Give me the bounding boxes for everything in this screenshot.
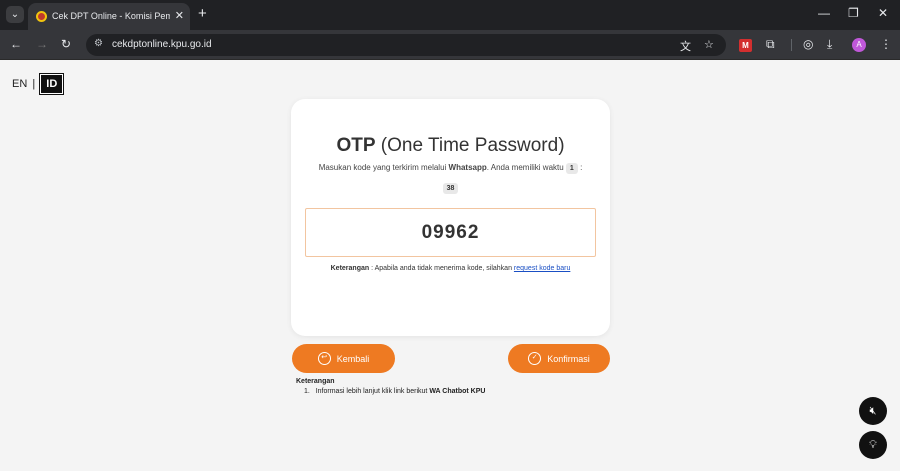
new-tab-plus-icon[interactable]: +: [198, 5, 207, 22]
tab-title: Cek DPT Online - Komisi Pemili: [52, 11, 170, 21]
lang-separator: |: [32, 78, 36, 90]
minimize-icon[interactable]: —: [818, 6, 830, 20]
browser-tab-bar: ⌄ Cek DPT Online - Komisi Pemili ✕ + — ❐…: [0, 0, 900, 30]
mute-speaker-icon[interactable]: 🔇︎: [859, 397, 887, 425]
back-arrow-icon[interactable]: ←: [10, 37, 22, 51]
forward-arrow-icon[interactable]: →: [36, 37, 48, 51]
otp-note-text: : Apabila anda tidak menerima kode, sila…: [371, 265, 512, 272]
back-button[interactable]: ↩ Kembali: [292, 344, 395, 373]
info-item-text: Informasi lebih lanjut klik link berikut: [315, 388, 428, 395]
timer-separator: :: [580, 163, 583, 172]
info-list-item: 1. Informasi lebih lanjut klik link beri…: [296, 388, 485, 395]
info-section: Keterangan 1. Informasi lebih lanjut kli…: [296, 378, 485, 395]
timer-seconds: 38: [442, 183, 459, 194]
otp-code-input[interactable]: 09962: [305, 208, 596, 257]
browser-tab-active[interactable]: Cek DPT Online - Komisi Pemili ✕: [28, 3, 190, 30]
otp-card: OTP (One Time Password) Masukan kode yan…: [291, 99, 610, 336]
otp-heading-rest: (One Time Password): [380, 135, 565, 156]
back-button-label: Kembali: [336, 353, 370, 364]
confirm-check-icon: ✓: [528, 352, 542, 365]
info-title: Keterangan: [296, 378, 335, 385]
lang-en-link[interactable]: EN: [12, 78, 27, 90]
restore-icon[interactable]: ❐: [848, 6, 859, 20]
otp-desc-channel: Whatsapp: [448, 163, 487, 172]
otp-note: Keterangan : Apabila anda tidak menerima…: [291, 265, 610, 272]
otp-desc-post: . Anda memiliki waktu: [486, 163, 564, 172]
otp-description: Masukan kode yang terkirim melalui Whats…: [301, 161, 600, 175]
media-control-icon[interactable]: ◎: [803, 37, 813, 51]
address-bar[interactable]: ⚙ cekdptonline.kpu.go.id 文 ☆: [86, 34, 726, 56]
request-new-code-link[interactable]: request kode baru: [514, 265, 570, 272]
wa-chatbot-link[interactable]: WA Chatbot KPU: [429, 388, 485, 395]
info-item-number: 1.: [304, 388, 310, 395]
site-info-icon[interactable]: ⚙: [94, 38, 103, 49]
tab-search-chevron-icon[interactable]: ⌄: [6, 6, 24, 23]
extension-m-icon[interactable]: M: [739, 39, 752, 52]
download-icon[interactable]: ⤓: [827, 37, 832, 52]
otp-heading-bold: OTP: [336, 135, 376, 156]
timer-minutes: 1: [565, 163, 578, 174]
otp-desc-pre: Masukan kode yang terkirim melalui: [318, 163, 447, 172]
back-arrow-circle-icon: ↩: [317, 352, 331, 365]
kpu-favicon-icon: [36, 11, 47, 22]
window-close-icon[interactable]: ✕: [878, 6, 888, 20]
toolbar-divider: [791, 39, 792, 51]
profile-avatar[interactable]: A: [852, 38, 866, 52]
extensions-puzzle-icon[interactable]: ⧉: [766, 37, 775, 52]
more-menu-icon[interactable]: ⋮: [880, 37, 892, 51]
timer-seconds-row: 38: [291, 177, 610, 195]
confirm-button-label: Konfirmasi: [547, 353, 590, 364]
bookmark-star-icon[interactable]: ☆: [704, 38, 714, 51]
otp-note-label: Keterangan: [330, 265, 370, 272]
confirm-button[interactable]: ✓ Konfirmasi: [508, 344, 610, 373]
reload-icon[interactable]: ↻: [61, 37, 71, 51]
tab-close-icon[interactable]: ✕: [175, 9, 184, 22]
lightbulb-icon[interactable]: 💡︎: [859, 431, 887, 459]
language-switcher: EN | ID: [12, 73, 65, 95]
url-text: cekdptonline.kpu.go.id: [112, 39, 212, 50]
otp-heading: OTP (One Time Password): [291, 135, 610, 157]
translate-icon[interactable]: 文: [680, 38, 691, 54]
lang-id-active[interactable]: ID: [39, 73, 65, 95]
browser-nav-bar: ← → ↻ ⚙ cekdptonline.kpu.go.id 文 ☆ M ⧉ ◎…: [0, 30, 900, 60]
